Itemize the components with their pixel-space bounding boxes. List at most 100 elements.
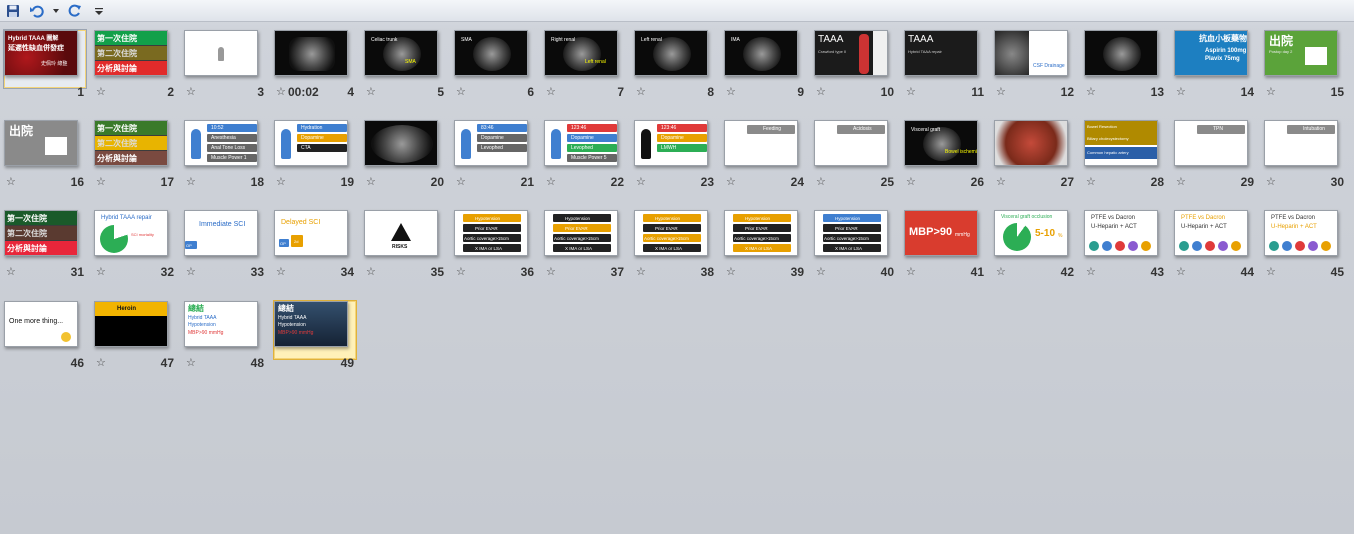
slide-preview[interactable]: 總結 Hybrid TAAA Hypotension MBP>90 mmHg (184, 301, 258, 347)
slide-thumbnail-22[interactable]: 123:46 Dopamine Levophed Muscle Power 5 22 ☆ (544, 120, 638, 212)
slide-preview[interactable]: 123:46 Dopamine Levophed Muscle Power 5 (544, 120, 618, 166)
transition-star-icon[interactable]: ☆ (726, 265, 736, 278)
transition-star-icon[interactable]: ☆ (726, 85, 736, 98)
slide-thumbnail-10[interactable]: TAAA Crawford type II 10 ☆ (814, 30, 908, 122)
slide-thumbnail-13[interactable]: 13 ☆ (1084, 30, 1178, 122)
slide-preview[interactable]: 抗血小板藥物 Aspirin 100mg Plavix 75mg (1174, 30, 1248, 76)
slide-preview[interactable]: Heroin (94, 301, 168, 347)
transition-star-icon[interactable]: ☆ (96, 356, 106, 369)
transition-star-icon[interactable]: ☆ (1176, 265, 1186, 278)
slide-preview[interactable]: SMA (454, 30, 528, 76)
transition-star-icon[interactable]: ☆ (546, 175, 556, 188)
slide-preview[interactable]: Hypotension Prior EVAR Aortic coverage>15c… (544, 210, 618, 256)
slide-thumbnail-27[interactable]: 27 ☆ (994, 120, 1088, 212)
slide-thumbnail-8[interactable]: Left renal 8 ☆ (634, 30, 728, 122)
slide-thumbnail-17[interactable]: 第一次住院 第二次住院 分析與討論 17 ☆ (94, 120, 188, 212)
transition-star-icon[interactable]: ☆ (546, 85, 556, 98)
slide-thumbnail-11[interactable]: TAAA Hybrid TAAA repair 11 ☆ (904, 30, 998, 122)
slide-preview[interactable]: 10:52 Anesthesia Anal Tone Loss Muscle Powe… (184, 120, 258, 166)
slide-thumbnail-6[interactable]: SMA 6 ☆ (454, 30, 548, 122)
slide-preview[interactable]: Left renal (634, 30, 708, 76)
transition-star-icon[interactable]: ☆ (6, 175, 16, 188)
transition-star-icon[interactable]: ☆ (1266, 265, 1276, 278)
transition-star-icon[interactable]: ☆ (276, 85, 286, 98)
slide-preview[interactable]: Hybrid TAAA repair SCI mortality (94, 210, 168, 256)
transition-star-icon[interactable]: ☆ (186, 85, 196, 98)
slide-thumbnail-7[interactable]: Right renal Left renal 7 ☆ (544, 30, 638, 122)
slide-preview[interactable]: RISKS (364, 210, 438, 256)
transition-star-icon[interactable]: ☆ (636, 175, 646, 188)
slide-thumbnail-29[interactable]: TPN 29 ☆ (1174, 120, 1268, 212)
slide-preview[interactable] (994, 120, 1068, 166)
slide-thumbnail-26[interactable]: Visceral graft Bowel ischemia 26 ☆ (904, 120, 998, 212)
transition-star-icon[interactable]: ☆ (1176, 175, 1186, 188)
slide-preview[interactable]: TAAA Crawford type II (814, 30, 888, 76)
transition-star-icon[interactable]: ☆ (816, 175, 826, 188)
slide-thumbnail-49[interactable]: 總結 Hybrid TAAA Hypotension MBP>90 mmHg 49 (273, 300, 368, 393)
slide-thumbnail-32[interactable]: Hybrid TAAA repair SCI mortality 32 ☆ (94, 210, 188, 302)
slide-thumbnail-45[interactable]: PTFE vs Dacron U-Heparin + ACT 45 ☆ (1264, 210, 1354, 302)
transition-star-icon[interactable]: ☆ (96, 85, 106, 98)
transition-star-icon[interactable]: ☆ (906, 85, 916, 98)
transition-star-icon[interactable]: ☆ (186, 265, 196, 278)
transition-star-icon[interactable]: ☆ (96, 175, 106, 188)
slide-thumbnail-14[interactable]: 抗血小板藥物 Aspirin 100mg Plavix 75mg 14 ☆ (1174, 30, 1268, 122)
slide-preview[interactable]: Hypotension Prior EVAR Aortic coverage>15c… (724, 210, 798, 256)
slide-preview[interactable]: Immediate SCI OP (184, 210, 258, 256)
transition-star-icon[interactable]: ☆ (186, 356, 196, 369)
transition-star-icon[interactable]: ☆ (1266, 85, 1276, 98)
slide-thumbnail-19[interactable]: Hydration Dopamine CTA 19 ☆ (274, 120, 368, 212)
transition-star-icon[interactable]: ☆ (906, 265, 916, 278)
slide-preview[interactable]: Hypotension Prior EVAR Aortic coverage>15c… (634, 210, 708, 256)
slide-preview[interactable]: PTFE vs Dacron U-Heparin + ACT (1084, 210, 1158, 256)
transition-star-icon[interactable]: ☆ (906, 175, 916, 188)
transition-star-icon[interactable]: ☆ (996, 175, 1006, 188)
slide-thumbnail-3[interactable]: 3 ☆ (184, 30, 278, 122)
slide-preview[interactable]: Hypotension Prior EVAR Aortic coverage>15c… (814, 210, 888, 256)
slide-preview[interactable]: PTFE vs Dacron U-Heparin + ACT (1264, 210, 1338, 256)
transition-star-icon[interactable]: ☆ (456, 265, 466, 278)
slide-thumbnail-28[interactable]: Bowel Resection Biliary cholecystectomy Co… (1084, 120, 1178, 212)
slide-thumbnail-20[interactable]: 20 ☆ (364, 120, 458, 212)
slide-preview[interactable]: Visceral graft Bowel ischemia (904, 120, 978, 166)
slide-preview[interactable]: 第一次住院 第二次住院 分析與討論 (94, 120, 168, 166)
slide-thumbnail-31[interactable]: 第一次住院 第二次住院 分析與討論 31 ☆ (4, 210, 98, 302)
slide-preview[interactable] (364, 120, 438, 166)
slide-preview[interactable] (1084, 30, 1158, 76)
transition-star-icon[interactable]: ☆ (636, 85, 646, 98)
slide-preview[interactable]: Acidosis (814, 120, 888, 166)
transition-star-icon[interactable]: ☆ (96, 265, 106, 278)
slide-preview[interactable]: 第一次住院 第二次住院 分析與討論 (4, 210, 78, 256)
slide-thumbnail-36[interactable]: Hypotension Prior EVAR Aortic coverage>15c… (454, 210, 548, 302)
transition-star-icon[interactable]: ☆ (186, 175, 196, 188)
slide-thumbnail-39[interactable]: Hypotension Prior EVAR Aortic coverage>15c… (724, 210, 818, 302)
slide-preview[interactable]: Hypotension Prior EVAR Aortic coverage>15c… (454, 210, 528, 256)
slide-preview[interactable]: 出院 (4, 120, 78, 166)
slide-preview[interactable]: Visceral graft occlusion 5-10% (994, 210, 1068, 256)
slide-preview[interactable]: Feeding (724, 120, 798, 166)
slide-preview[interactable]: 總結 Hybrid TAAA Hypotension MBP>90 mmHg (274, 301, 348, 347)
slide-preview[interactable]: Hydration Dopamine CTA (274, 120, 348, 166)
slide-thumbnail-43[interactable]: PTFE vs Dacron U-Heparin + ACT 43 ☆ (1084, 210, 1178, 302)
transition-star-icon[interactable]: ☆ (456, 85, 466, 98)
transition-star-icon[interactable]: ☆ (1086, 85, 1096, 98)
transition-star-icon[interactable]: ☆ (366, 85, 376, 98)
slide-thumbnail-21[interactable]: 83:46 Dopamine Levophed 21 ☆ (454, 120, 548, 212)
slide-thumbnail-47[interactable]: Heroin 47 ☆ (94, 301, 188, 393)
slide-preview[interactable]: 83:46 Dopamine Levophed (454, 120, 528, 166)
transition-star-icon[interactable]: ☆ (1086, 175, 1096, 188)
slide-thumbnail-9[interactable]: IMA 9 ☆ (724, 30, 818, 122)
transition-star-icon[interactable]: ☆ (1266, 175, 1276, 188)
slide-thumbnail-40[interactable]: Hypotension Prior EVAR Aortic coverage>15c… (814, 210, 908, 302)
slide-preview[interactable]: Celiac trunk SMA (364, 30, 438, 76)
slide-thumbnail-48[interactable]: 總結 Hybrid TAAA Hypotension MBP>90 mmHg 48 ☆ (184, 301, 278, 393)
slide-preview[interactable]: Delayed SCI OP 2d (274, 210, 348, 256)
transition-star-icon[interactable]: ☆ (546, 265, 556, 278)
slide-thumbnail-30[interactable]: Intubation 30 ☆ (1264, 120, 1354, 212)
transition-star-icon[interactable]: ☆ (816, 265, 826, 278)
slide-thumbnail-46[interactable]: One more thing... 46 (4, 301, 98, 393)
slide-preview[interactable]: One more thing... (4, 301, 78, 347)
slide-thumbnail-23[interactable]: 123:46 Dopamine LMWH 23 ☆ (634, 120, 728, 212)
transition-star-icon[interactable]: ☆ (1176, 85, 1186, 98)
slide-thumbnail-41[interactable]: MBP>90 mmHg 41 ☆ (904, 210, 998, 302)
